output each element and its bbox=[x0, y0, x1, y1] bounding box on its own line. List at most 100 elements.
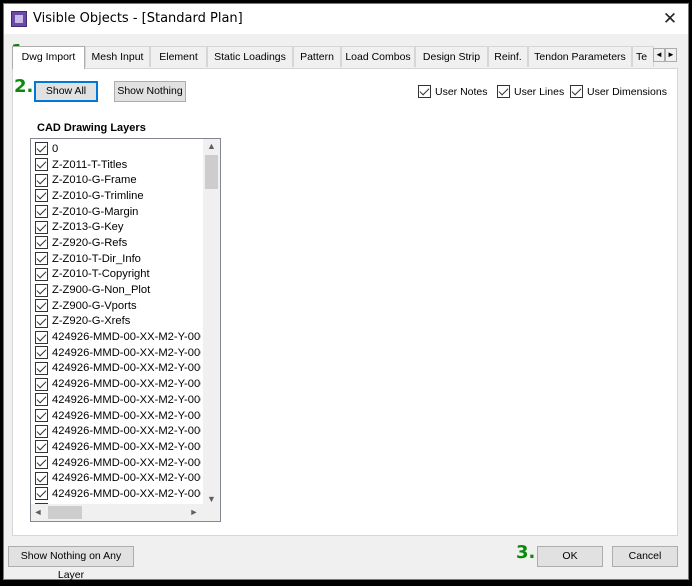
vertical-scrollbar[interactable]: ▲ ▼ bbox=[203, 139, 220, 506]
layer-label: 424926-MMD-00-XX-M2-Y-000 bbox=[52, 346, 201, 359]
tab-scroll-right-icon[interactable]: ► bbox=[665, 48, 677, 62]
layer-label: Z-Z010-T-Copyright bbox=[52, 268, 150, 281]
cad-layers-listbox[interactable]: 0 Z-Z011-T-Titles Z-Z010-G-Frame Z-Z010-G-T… bbox=[30, 138, 221, 522]
checkbox-label: User Lines bbox=[514, 85, 565, 98]
layer-checkbox[interactable] bbox=[35, 424, 48, 438]
layer-checkbox[interactable] bbox=[35, 173, 48, 187]
tab-design-strip[interactable]: Design Strip bbox=[415, 46, 488, 67]
list-item[interactable]: 424926-MMD-00-XX-M2-Y-000 bbox=[31, 361, 201, 377]
list-item[interactable]: 424926-MMD-00-XX-M2-Y-000 bbox=[31, 439, 201, 455]
list-item[interactable]: 424926-MMD-00-XX-M2-Y-000 bbox=[31, 486, 201, 502]
list-item[interactable]: Z-Z010-T-Dir_Info bbox=[31, 251, 201, 267]
layer-checkbox[interactable] bbox=[35, 314, 48, 328]
list-item[interactable]: Z-Z920-G-Refs bbox=[31, 235, 201, 251]
dwg-import-panel: Show All Show Nothing User Notes User Li… bbox=[12, 68, 678, 536]
scroll-up-icon[interactable]: ▲ bbox=[203, 141, 220, 151]
list-item[interactable]: Z-Z920-G-Xrefs bbox=[31, 314, 201, 330]
scroll-right-icon[interactable]: ► bbox=[187, 507, 201, 517]
list-item[interactable]: Z-Z010-T-Copyright bbox=[31, 267, 201, 283]
list-item[interactable]: 424926-MMD-00-XX-M2-Y-000 bbox=[31, 392, 201, 408]
user-lines-checkbox[interactable]: User Lines bbox=[497, 85, 564, 98]
layer-list: 0 Z-Z011-T-Titles Z-Z010-G-Frame Z-Z010-G-T… bbox=[31, 141, 201, 518]
layer-checkbox[interactable] bbox=[35, 267, 48, 281]
layer-label: 424926-MMD-00-XX-M2-Y-000 bbox=[52, 378, 201, 391]
layer-label: Z-Z010-T-Dir_Info bbox=[52, 252, 141, 265]
layer-checkbox[interactable] bbox=[35, 330, 48, 344]
show-nothing-button[interactable]: Show Nothing bbox=[114, 81, 186, 102]
cancel-button[interactable]: Cancel bbox=[612, 546, 678, 567]
list-item[interactable]: 424926-MMD-00-XX-M2-Y-000 bbox=[31, 329, 201, 345]
checkbox-box[interactable] bbox=[418, 85, 431, 98]
show-nothing-any-layer-button[interactable]: Show Nothing on Any Layer bbox=[8, 546, 134, 581]
layer-checkbox[interactable] bbox=[35, 409, 48, 423]
list-item[interactable]: 424926-MMD-00-XX-M2-Y-000 bbox=[31, 470, 201, 486]
user-notes-checkbox[interactable]: User Notes bbox=[418, 85, 488, 98]
tab-truncated[interactable]: Te bbox=[632, 46, 654, 67]
user-dimensions-checkbox[interactable]: User Dimensions bbox=[570, 85, 667, 98]
list-item[interactable]: 424926-MMD-00-XX-M2-Y-000 bbox=[31, 376, 201, 392]
layer-checkbox[interactable] bbox=[35, 471, 48, 485]
scroll-down-icon[interactable]: ▼ bbox=[203, 494, 220, 504]
list-item[interactable]: 424926-MMD-00-XX-M2-Y-000 bbox=[31, 408, 201, 424]
tab-dwg-import[interactable]: Dwg Import bbox=[12, 46, 85, 69]
layer-checkbox[interactable] bbox=[35, 346, 48, 360]
layer-label: 424926-MMD-00-XX-M2-Y-000 bbox=[52, 425, 201, 438]
list-item[interactable]: Z-Z900-G-Vports bbox=[31, 298, 201, 314]
show-all-button[interactable]: Show All bbox=[34, 81, 98, 102]
layer-checkbox[interactable] bbox=[35, 252, 48, 266]
tab-static-loadings[interactable]: Static Loadings bbox=[207, 46, 293, 67]
tab-reinf[interactable]: Reinf. bbox=[488, 46, 528, 67]
layer-checkbox[interactable] bbox=[35, 189, 48, 203]
layer-label: Z-Z013-G-Key bbox=[52, 221, 124, 234]
tab-pattern[interactable]: Pattern bbox=[293, 46, 341, 67]
layer-label: Z-Z010-G-Frame bbox=[52, 174, 137, 187]
layer-checkbox[interactable] bbox=[35, 142, 48, 156]
list-item[interactable]: 424926-MMD-00-XX-M2-Y-000 bbox=[31, 345, 201, 361]
layer-label: 424926-MMD-00-XX-M2-Y-000 bbox=[52, 487, 201, 500]
layer-checkbox[interactable] bbox=[35, 456, 48, 470]
list-item[interactable]: 424926-MMD-00-XX-M2-Y-000 bbox=[31, 423, 201, 439]
layer-checkbox[interactable] bbox=[35, 236, 48, 250]
layer-label: 0 bbox=[52, 142, 59, 155]
list-item[interactable]: 424926-MMD-00-XX-M2-Y-000 bbox=[31, 455, 201, 471]
layer-checkbox[interactable] bbox=[35, 487, 48, 501]
scroll-left-icon[interactable]: ◄ bbox=[31, 507, 45, 517]
checkbox-box[interactable] bbox=[497, 85, 510, 98]
close-icon[interactable]: ✕ bbox=[660, 9, 680, 29]
layer-label: 424926-MMD-00-XX-M2-Y-000 bbox=[52, 409, 201, 422]
ok-button[interactable]: OK bbox=[537, 546, 603, 567]
list-item[interactable]: Z-Z011-T-Titles bbox=[31, 157, 201, 173]
layer-checkbox[interactable] bbox=[35, 393, 48, 407]
list-item[interactable]: Z-Z010-G-Trimline bbox=[31, 188, 201, 204]
tab-tendon-parameters[interactable]: Tendon Parameters bbox=[528, 46, 632, 67]
layer-checkbox[interactable] bbox=[35, 283, 48, 297]
layer-label: 424926-MMD-00-XX-M2-Y-000 bbox=[52, 456, 201, 469]
layer-checkbox[interactable] bbox=[35, 158, 48, 172]
layer-checkbox[interactable] bbox=[35, 440, 48, 454]
layer-checkbox[interactable] bbox=[35, 299, 48, 313]
scrollbar-corner bbox=[203, 504, 220, 521]
tab-load-combos[interactable]: Load Combos bbox=[341, 46, 415, 67]
tab-element[interactable]: Element bbox=[150, 46, 207, 67]
layer-checkbox[interactable] bbox=[35, 205, 48, 219]
list-item[interactable]: Z-Z900-G-Non_Plot bbox=[31, 282, 201, 298]
layer-checkbox[interactable] bbox=[35, 220, 48, 234]
horizontal-scrollbar[interactable]: ◄ ► bbox=[31, 504, 203, 521]
list-item[interactable]: Z-Z010-G-Frame bbox=[31, 172, 201, 188]
title-bar: Visible Objects - [Standard Plan] ✕ bbox=[4, 4, 688, 34]
layer-label: 424926-MMD-00-XX-M2-Y-000 bbox=[52, 472, 201, 485]
horizontal-scroll-thumb[interactable] bbox=[48, 506, 82, 519]
layer-checkbox[interactable] bbox=[35, 377, 48, 391]
step-marker-2: 2. bbox=[14, 76, 34, 97]
list-item[interactable]: 0 bbox=[31, 141, 201, 157]
cad-layers-heading: CAD Drawing Layers bbox=[37, 122, 146, 134]
list-item[interactable]: Z-Z010-G-Margin bbox=[31, 204, 201, 220]
list-item[interactable]: Z-Z013-G-Key bbox=[31, 219, 201, 235]
vertical-scroll-thumb[interactable] bbox=[205, 155, 218, 189]
checkbox-label: User Dimensions bbox=[587, 85, 667, 98]
window-title: Visible Objects - [Standard Plan] bbox=[33, 11, 243, 26]
tab-mesh-input[interactable]: Mesh Input bbox=[85, 46, 150, 67]
checkbox-box[interactable] bbox=[570, 85, 583, 98]
layer-checkbox[interactable] bbox=[35, 361, 48, 375]
tab-scroll-left-icon[interactable]: ◄ bbox=[653, 48, 665, 62]
